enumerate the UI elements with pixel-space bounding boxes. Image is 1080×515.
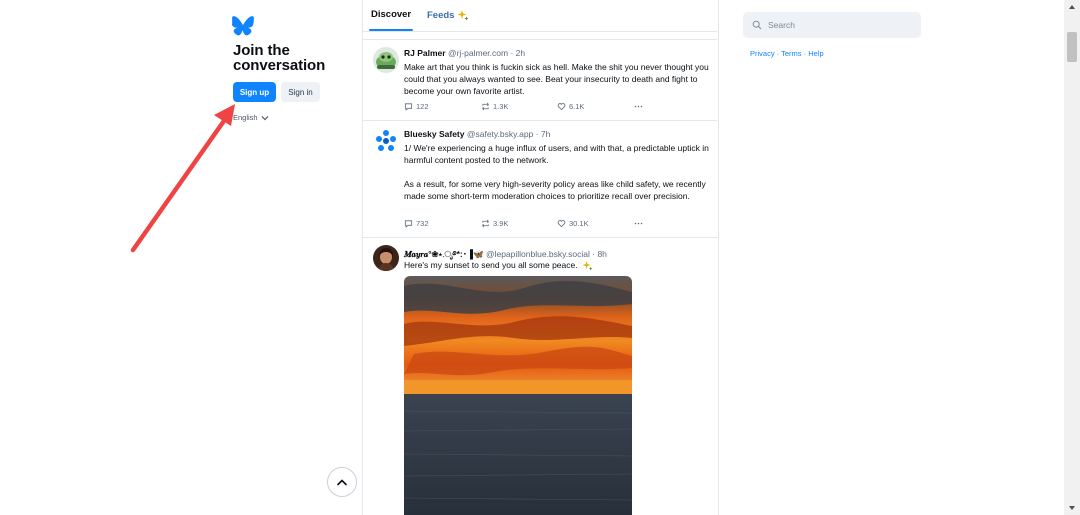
repost-count: 3.9K [493,219,509,228]
sign-up-button[interactable]: Sign up [233,82,276,102]
chevron-up-icon [337,479,347,486]
search-input[interactable]: Search [743,12,921,38]
post-author-name[interactable]: 𝑴𝒂𝒚𝒓𝒂°❀⋆.ೃ࿔*:･▐🦋 [404,249,484,259]
avatar-rj-palmer-icon [373,47,399,73]
reply-count: 122 [416,102,429,111]
post-timestamp[interactable]: · 2h [510,48,525,58]
scrollbar-thumb[interactable] [1067,32,1077,62]
repost-button[interactable]: 1.3K [481,102,508,111]
post-text: Here's my sunset to send you all some pe… [404,260,578,270]
feed-tabs-bar [362,0,717,32]
tab-feeds[interactable]: Feeds [427,9,469,21]
avatar[interactable] [373,47,399,73]
repost-icon [482,219,489,228]
post-author-name[interactable]: RJ Palmer [404,48,446,58]
post-text-paragraph-2: As a result, for some very high-severity… [404,179,706,201]
sign-in-button[interactable]: Sign in [281,82,320,102]
post-author-handle[interactable]: @safety.bsky.app [467,129,533,139]
page-scrollbar[interactable] [1064,0,1080,515]
more-options-button[interactable] [634,102,643,111]
post-header: Bluesky Safety @safety.bsky.app · 7h [404,129,550,139]
tab-discover-label: Discover [371,9,412,20]
reply-count: 732 [416,219,429,228]
sparkle-emoji-icon [457,10,469,21]
more-options-button[interactable] [634,219,643,228]
like-button[interactable]: 6.1K [557,102,584,111]
avatar-bluesky-safety-icon [373,128,399,154]
reply-button[interactable]: 732 [404,219,429,228]
post-timestamp[interactable]: · 8h [592,249,607,259]
avatar[interactable] [373,245,399,271]
tab-feeds-label: Feeds [427,9,455,21]
repost-button[interactable]: 3.9K [481,219,508,228]
post-text: Make art that you think is fuckin sick a… [404,62,709,96]
link-separator: · [803,49,807,58]
language-selector[interactable]: English [233,113,269,122]
scroll-up-arrow-icon[interactable] [1068,4,1076,10]
sunset-photo [404,276,632,515]
divider [362,120,717,121]
repost-count: 1.3K [493,102,509,111]
join-title-line1: Join the [233,42,290,59]
terms-link[interactable]: Terms [781,49,801,58]
link-separator: · [776,49,780,58]
post-image-sunset[interactable] [404,276,632,515]
sparkle-emoji-icon [582,260,593,271]
active-tab-indicator [369,29,413,31]
help-link[interactable]: Help [808,49,823,58]
tab-discover[interactable]: Discover [371,9,411,20]
avatar[interactable] [373,128,399,154]
reply-icon [404,103,413,111]
repost-icon [482,102,489,111]
heart-icon [557,220,566,228]
join-title-line2: conversation [233,57,326,74]
heart-icon [557,103,566,111]
search-icon [752,20,762,30]
chevron-down-icon [261,115,269,120]
language-label: English [233,113,258,122]
post-author-name[interactable]: Bluesky Safety [404,129,464,139]
post-text-paragraph-1: 1/ We're experiencing a huge influx of u… [404,143,709,165]
divider [362,237,717,238]
like-button[interactable]: 30.1K [557,219,589,228]
post-author-handle[interactable]: @lepapillonblue.bsky.social [486,249,590,259]
bluesky-butterfly-logo-icon[interactable] [232,16,254,36]
ellipsis-icon [634,222,643,225]
scroll-to-top-button[interactable] [327,467,357,497]
reply-button[interactable]: 122 [404,102,429,111]
privacy-link[interactable]: Privacy [750,49,775,58]
ellipsis-icon [634,105,643,108]
scroll-down-arrow-icon[interactable] [1068,505,1076,511]
like-count: 6.1K [569,102,585,111]
reply-icon [404,220,413,228]
join-conversation-heading: Join the conversation [233,43,325,73]
search-placeholder: Search [768,20,795,30]
divider [362,39,717,40]
like-count: 30.1K [569,219,589,228]
post-header: RJ Palmer @rj-palmer.com · 2h [404,48,525,58]
post-text-row: Here's my sunset to send you all some pe… [404,259,714,271]
avatar-mayra-icon [373,245,399,271]
footer-links: Privacy · Terms · Help [750,49,824,58]
post-author-handle[interactable]: @rj-palmer.com [448,48,508,58]
post-timestamp[interactable]: · 7h [536,129,551,139]
